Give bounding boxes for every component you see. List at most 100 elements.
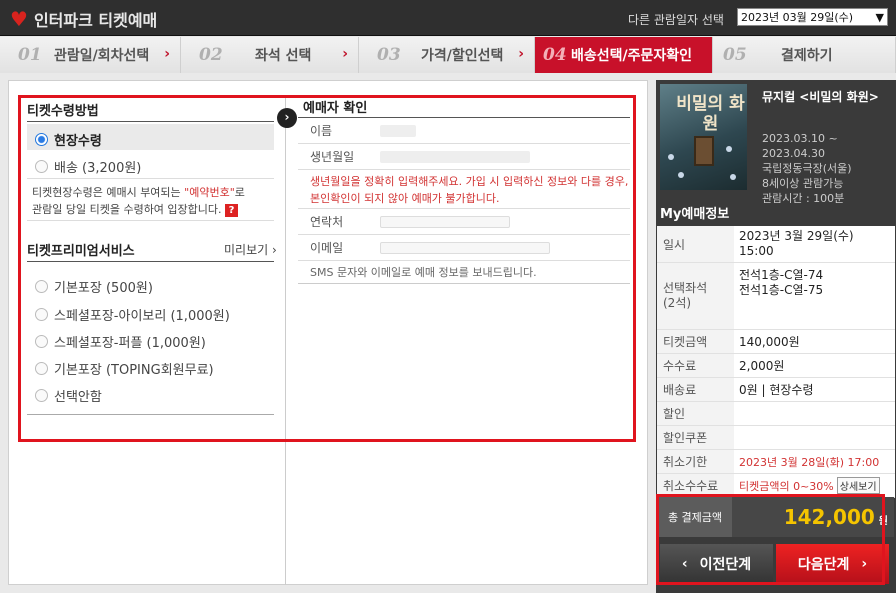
step-3[interactable]: 03 가격/할인선택 › — [359, 37, 535, 73]
my-info-title: My예매정보 — [660, 207, 730, 222]
name-value-blurred — [380, 124, 416, 137]
step-number: 03 — [377, 45, 401, 65]
seat-label: 선택좌석 — [663, 281, 708, 295]
step-5[interactable]: 05 결제하기 — [713, 37, 896, 73]
step-nav: 01 관람일/회차선택 › 02 좌석 선택 › 03 가격/할인선택 › 04… — [0, 37, 896, 73]
radio-checked-icon[interactable] — [35, 133, 48, 146]
premium-option[interactable]: 기본포장 (TOPING회원무료) — [35, 359, 214, 378]
step-number: 01 — [18, 45, 42, 65]
poster-image: 비밀의 화원 — [660, 84, 747, 190]
info-row-discount: 할인 — [657, 402, 895, 426]
poster-flower — [678, 172, 684, 178]
poster-flower — [726, 146, 732, 152]
radio-icon[interactable] — [35, 280, 48, 293]
info-label: 취소수수료 — [657, 474, 734, 497]
option-label: 기본포장 (500원) — [54, 281, 153, 296]
detail-button[interactable]: 상세보기 — [836, 477, 880, 494]
option-label: 스페셜포장-아이보리 (1,000원) — [54, 309, 230, 324]
step-1[interactable]: 01 관람일/회차선택 › — [0, 37, 181, 73]
total-label: 총 결제금액 — [658, 497, 732, 537]
show-title[interactable]: 뮤지컬 <비밀의 화원> — [762, 88, 879, 105]
radio-icon[interactable] — [35, 335, 48, 348]
birth-warning: 생년월일을 정확히 입력해주세요. 가입 시 입력하신 정보와 다를 경우, 본… — [310, 173, 628, 207]
receive-onsite-option[interactable]: 현장수령 — [35, 130, 102, 149]
logo: ♥ 인터파크 티켓예매 — [10, 7, 157, 31]
info-row-coupon: 할인쿠폰 — [657, 426, 895, 450]
total-value: 142,000 — [783, 505, 875, 529]
note-text: 관람일 당일 티켓을 수령하여 입장합니다. — [32, 203, 222, 216]
info-value — [734, 426, 895, 449]
premium-title: 티켓프리미엄서비스 — [27, 244, 135, 259]
top-bar: ♥ 인터파크 티켓예매 다른 관람일자 선택 2023년 03월 29일(수) … — [0, 0, 896, 36]
step-2[interactable]: 02 좌석 선택 › — [181, 37, 359, 73]
next-step-button[interactable]: 다음단계 › — [776, 544, 889, 584]
receive-delivery-option[interactable]: 배송 (3,200원) — [35, 157, 141, 176]
prev-step-button[interactable]: ‹ 이전단계 — [660, 544, 773, 584]
info-label: 할인 — [657, 402, 734, 425]
info-label: 수수료 — [657, 354, 734, 377]
step-label: 좌석 선택 — [255, 48, 312, 64]
info-value: 전석1층-C열-74 전석1층-C열-75 — [734, 263, 895, 329]
info-label: 취소기한 — [657, 450, 734, 473]
email-input[interactable] — [380, 241, 550, 254]
info-value — [734, 402, 895, 425]
info-row-date: 일시 2023년 3월 29일(수) 15:00 — [657, 226, 895, 263]
info-row-seat: 선택좌석 (2석) 전석1층-C열-74 전석1층-C열-75 — [657, 263, 895, 330]
birth-row: 생년월일 — [298, 144, 630, 170]
premium-option[interactable]: 기본포장 (500원) — [35, 277, 153, 296]
divider — [27, 220, 274, 221]
info-row-delivery: 배송료 0원 | 현장수령 — [657, 378, 895, 402]
show-info: 2023.03.10 ~ 2023.04.30 국립정동극장(서울) 8세이상 … — [762, 131, 852, 206]
note-highlight: "예약번호" — [184, 186, 235, 199]
email-label: 이메일 — [310, 241, 344, 255]
chevron-right-icon: › — [164, 46, 170, 62]
radio-icon[interactable] — [35, 389, 48, 402]
premium-option[interactable]: 스페셜포장-아이보리 (1,000원) — [35, 305, 230, 324]
step-4[interactable]: 04 배송선택/주문자확인 — [535, 37, 713, 73]
email-row: 이메일 — [298, 235, 630, 261]
time-value: 15:00 — [739, 244, 774, 258]
note-text: 로 — [234, 186, 245, 199]
birth-label: 생년월일 — [310, 150, 355, 164]
info-row-ticket-price: 티켓금액 140,000원 — [657, 330, 895, 354]
radio-icon[interactable] — [35, 362, 48, 375]
warning-text: 생년월일을 정확히 입력해주세요. 가입 시 입력하신 정보와 다를 경우, — [310, 175, 629, 188]
premium-option[interactable]: 스페셜포장-퍼플 (1,000원) — [35, 332, 206, 351]
chevron-right-icon: › — [861, 556, 868, 572]
total-unit: 원 — [878, 516, 888, 527]
date-select-label: 다른 관람일자 선택 — [628, 13, 724, 27]
booker-title: 예매자 확인 — [303, 101, 368, 116]
premium-option[interactable]: 선택안함 — [35, 386, 102, 405]
radio-icon[interactable] — [35, 308, 48, 321]
divider — [27, 261, 274, 262]
date-value: 2023년 3월 29일(수) — [739, 229, 854, 243]
info-label: 일시 — [657, 226, 734, 262]
step-label: 결제하기 — [781, 48, 833, 64]
phone-input[interactable] — [380, 215, 510, 228]
logo-text: 인터파크 티켓예매 — [33, 11, 158, 30]
preview-link[interactable]: 미리보기 › — [224, 241, 277, 258]
next-label: 다음단계 — [797, 557, 850, 573]
option-label: 선택안함 — [54, 390, 102, 405]
info-label: 할인쿠폰 — [657, 426, 734, 449]
poster-title: 비밀의 화원 — [676, 94, 745, 134]
poster-flower — [668, 154, 674, 160]
date-select[interactable]: 2023년 03월 29일(수) ▼ — [737, 8, 888, 26]
step-number: 05 — [723, 45, 747, 65]
divider — [27, 414, 274, 415]
chevron-left-icon: ‹ — [681, 556, 688, 572]
poster-flower — [730, 174, 736, 180]
chevron-right-circle-icon: › — [277, 108, 297, 128]
help-icon[interactable]: ? — [225, 203, 239, 217]
name-row: 이름 — [298, 118, 630, 144]
info-value: 140,000원 — [739, 335, 800, 349]
cancel-fee-value: 티켓금액의 0~30% — [739, 479, 834, 493]
radio-icon[interactable] — [35, 160, 48, 173]
divider — [27, 121, 274, 122]
option-label: 배송 (3,200원) — [54, 161, 142, 176]
heart-logo-icon: ♥ — [10, 7, 28, 31]
step-label: 관람일/회차선택 — [54, 48, 150, 64]
divider — [27, 178, 274, 179]
prev-label: 이전단계 — [699, 557, 752, 573]
chevron-right-icon: › — [342, 46, 348, 62]
